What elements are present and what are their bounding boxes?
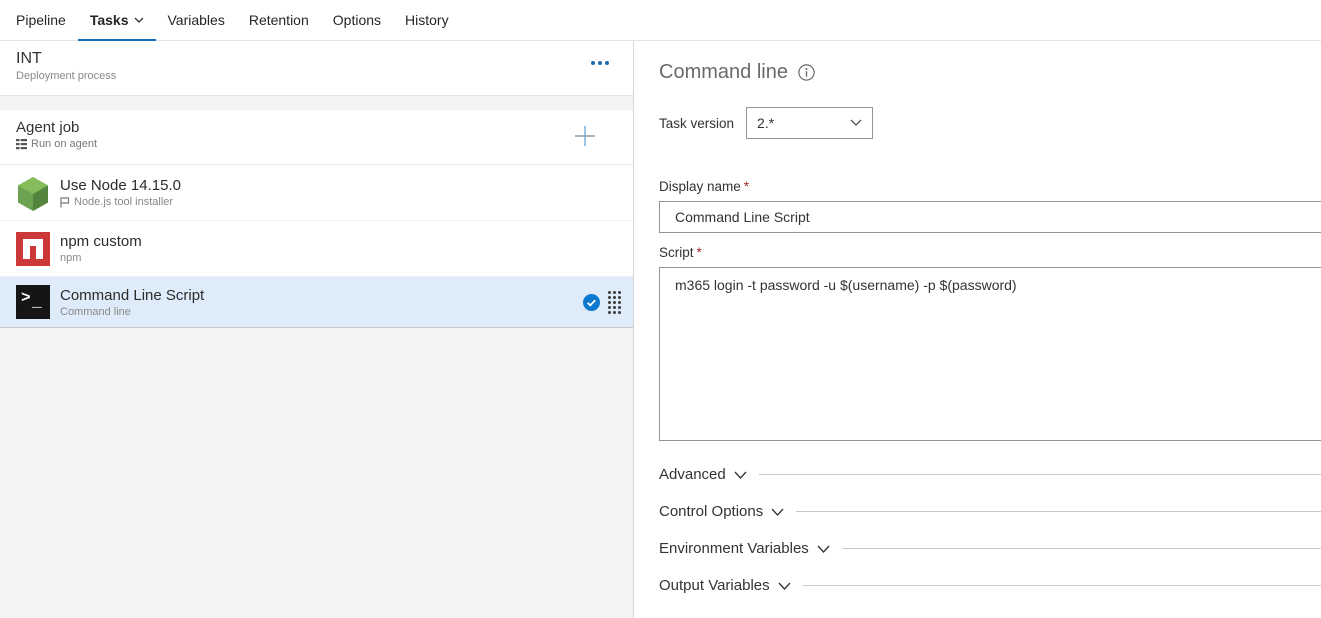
display-name-label: Display name <box>659 179 741 194</box>
section-divider <box>796 511 1321 512</box>
section-environment-variables[interactable]: Environment Variables <box>659 536 1321 560</box>
display-name-field[interactable] <box>659 201 1321 233</box>
section-divider <box>803 585 1321 586</box>
agent-grid-icon <box>16 139 27 150</box>
task-subtitle: Node.js tool installer <box>74 196 173 208</box>
grip-dots-icon[interactable] <box>608 291 621 314</box>
task-version-label: Task version <box>659 116 734 131</box>
process-panel: INT Deployment process Agent job Run on … <box>0 41 634 618</box>
chevron-down-icon <box>134 17 144 24</box>
task-version-value: 2.* <box>757 115 774 131</box>
section-divider <box>842 548 1321 549</box>
agent-job-title: Agent job <box>16 119 617 136</box>
chevron-down-icon <box>771 508 784 517</box>
info-icon[interactable] <box>798 64 815 81</box>
stage-subtitle: Deployment process <box>16 70 617 82</box>
section-control-options[interactable]: Control Options <box>659 499 1321 523</box>
tab-options[interactable]: Options <box>321 0 393 41</box>
script-label: Script <box>659 245 694 260</box>
tab-tasks[interactable]: Tasks <box>78 0 156 41</box>
panel-spacer <box>0 96 633 110</box>
check-circle-icon <box>583 294 600 311</box>
agent-job-subtitle: Run on agent <box>31 138 97 150</box>
tab-retention[interactable]: Retention <box>237 0 321 41</box>
task-version-dropdown[interactable]: 2.* <box>746 107 873 139</box>
tab-variables[interactable]: Variables <box>156 0 237 41</box>
panel-background <box>0 328 633 618</box>
plus-icon[interactable] <box>573 124 597 153</box>
script-field[interactable] <box>659 267 1321 441</box>
tab-pipeline[interactable]: Pipeline <box>4 0 78 41</box>
task-detail-panel: Command line Task version 2.* Display na… <box>634 41 1321 618</box>
agent-job-item[interactable]: Agent job Run on agent <box>0 110 633 165</box>
section-output-variables[interactable]: Output Variables <box>659 573 1321 597</box>
task-title: Use Node 14.15.0 <box>60 177 181 194</box>
chevron-down-icon <box>817 545 830 554</box>
npm-icon <box>16 232 50 266</box>
required-marker: * <box>744 179 749 194</box>
terminal-icon: >_ <box>16 285 50 319</box>
stage-name: INT <box>16 50 617 68</box>
tab-history[interactable]: History <box>393 0 461 41</box>
pipeline-tab-bar: Pipeline Tasks Variables Retention Optio… <box>0 0 1321 41</box>
nodejs-icon <box>16 176 50 210</box>
section-advanced[interactable]: Advanced <box>659 462 1321 486</box>
chevron-down-icon <box>734 471 747 480</box>
task-item-use-node[interactable]: Use Node 14.15.0 Node.js tool installer <box>0 165 633 221</box>
required-marker: * <box>697 245 702 260</box>
section-divider <box>759 474 1321 475</box>
stage-header: INT Deployment process <box>0 41 633 96</box>
ellipsis-icon[interactable] <box>587 57 613 69</box>
chevron-down-icon <box>850 119 862 127</box>
main-content: INT Deployment process Agent job Run on … <box>0 41 1321 618</box>
task-subtitle: npm <box>60 252 81 264</box>
task-subtitle: Command line <box>60 306 131 318</box>
flag-icon <box>60 197 70 208</box>
task-title: npm custom <box>60 233 142 250</box>
page-title: Command line <box>659 61 788 84</box>
chevron-down-icon <box>778 582 791 591</box>
task-item-command-line-script[interactable]: >_ Command Line Script Command line <box>0 277 633 328</box>
task-item-npm-custom[interactable]: npm custom npm <box>0 221 633 277</box>
task-title: Command Line Script <box>60 287 204 304</box>
